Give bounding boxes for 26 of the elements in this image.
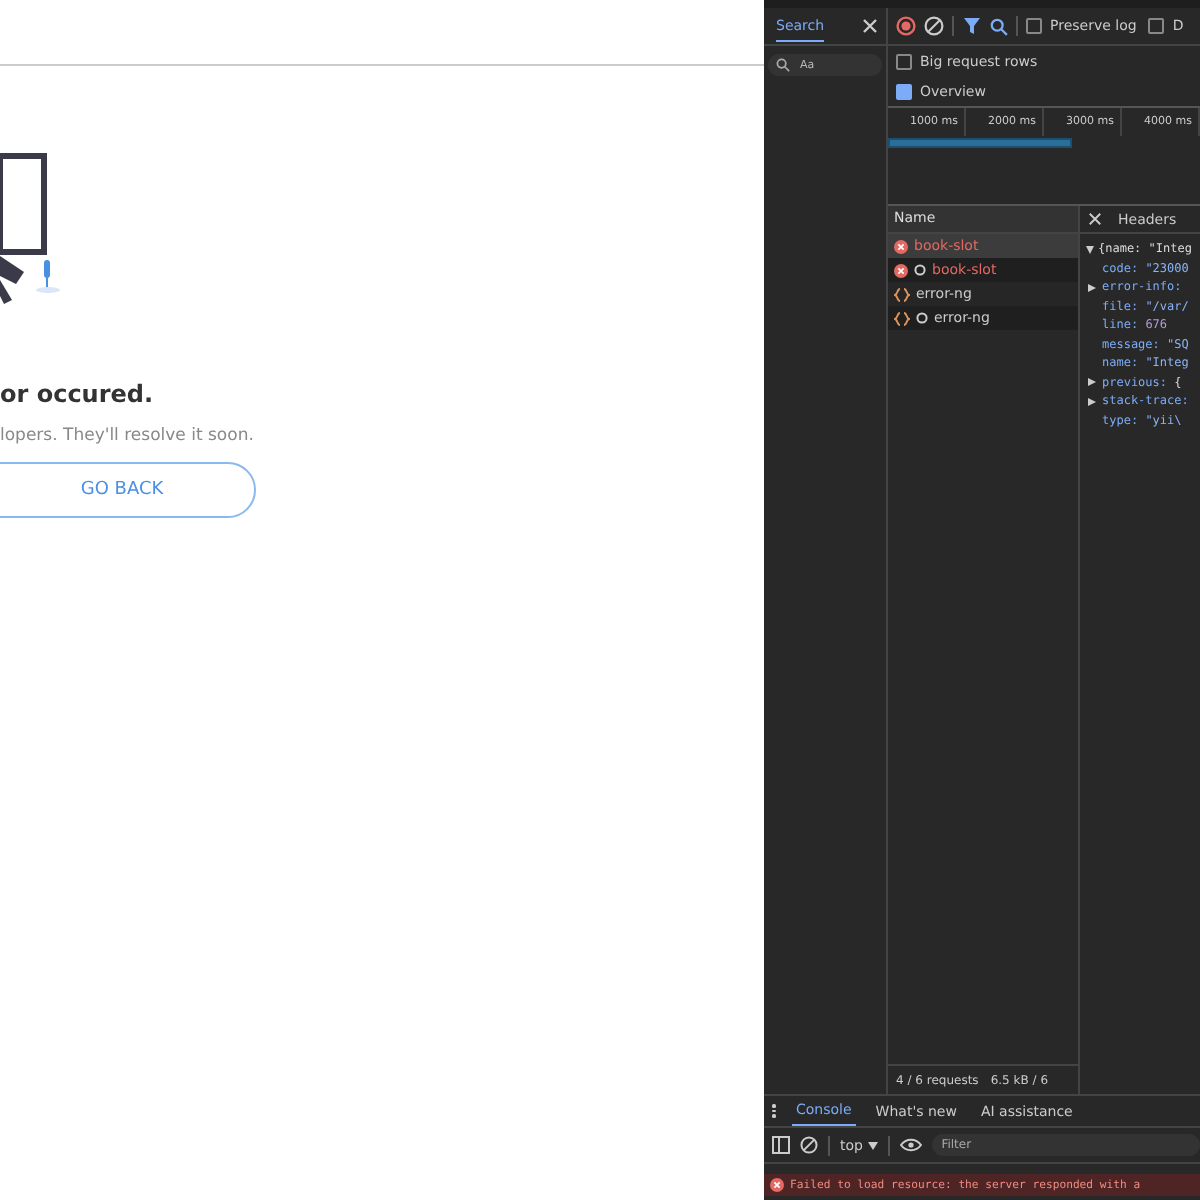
error-icon (894, 239, 908, 253)
error-message: lopers. They'll resolve it soon. (0, 426, 256, 446)
collapsed-triangle-icon[interactable] (1088, 397, 1096, 406)
checkbox[interactable] (896, 83, 912, 99)
sidebar-icon[interactable] (772, 1136, 790, 1154)
collapsed-triangle-icon[interactable] (1088, 283, 1096, 292)
search-icon[interactable] (990, 17, 1008, 35)
eye-icon[interactable] (899, 1138, 922, 1152)
search-icon[interactable] (776, 58, 790, 72)
checkbox[interactable] (896, 53, 912, 69)
close-icon[interactable] (862, 18, 878, 34)
filter-icon[interactable] (962, 16, 982, 36)
error-heading: or occured. (0, 380, 156, 408)
checkbox[interactable] (1148, 18, 1165, 34)
caret-icon (867, 1141, 878, 1149)
clear-icon[interactable] (800, 1136, 818, 1154)
error-icon (894, 263, 908, 277)
braces-icon (894, 287, 910, 301)
record-icon[interactable] (896, 16, 916, 36)
error-icon (770, 1178, 784, 1192)
braces-icon (894, 311, 910, 325)
close-icon[interactable] (1088, 212, 1102, 226)
collapsed-triangle-icon[interactable] (1088, 378, 1096, 387)
clear-icon[interactable] (924, 16, 944, 36)
checkbox[interactable] (1026, 18, 1042, 34)
expanded-triangle-icon[interactable] (1086, 245, 1094, 254)
